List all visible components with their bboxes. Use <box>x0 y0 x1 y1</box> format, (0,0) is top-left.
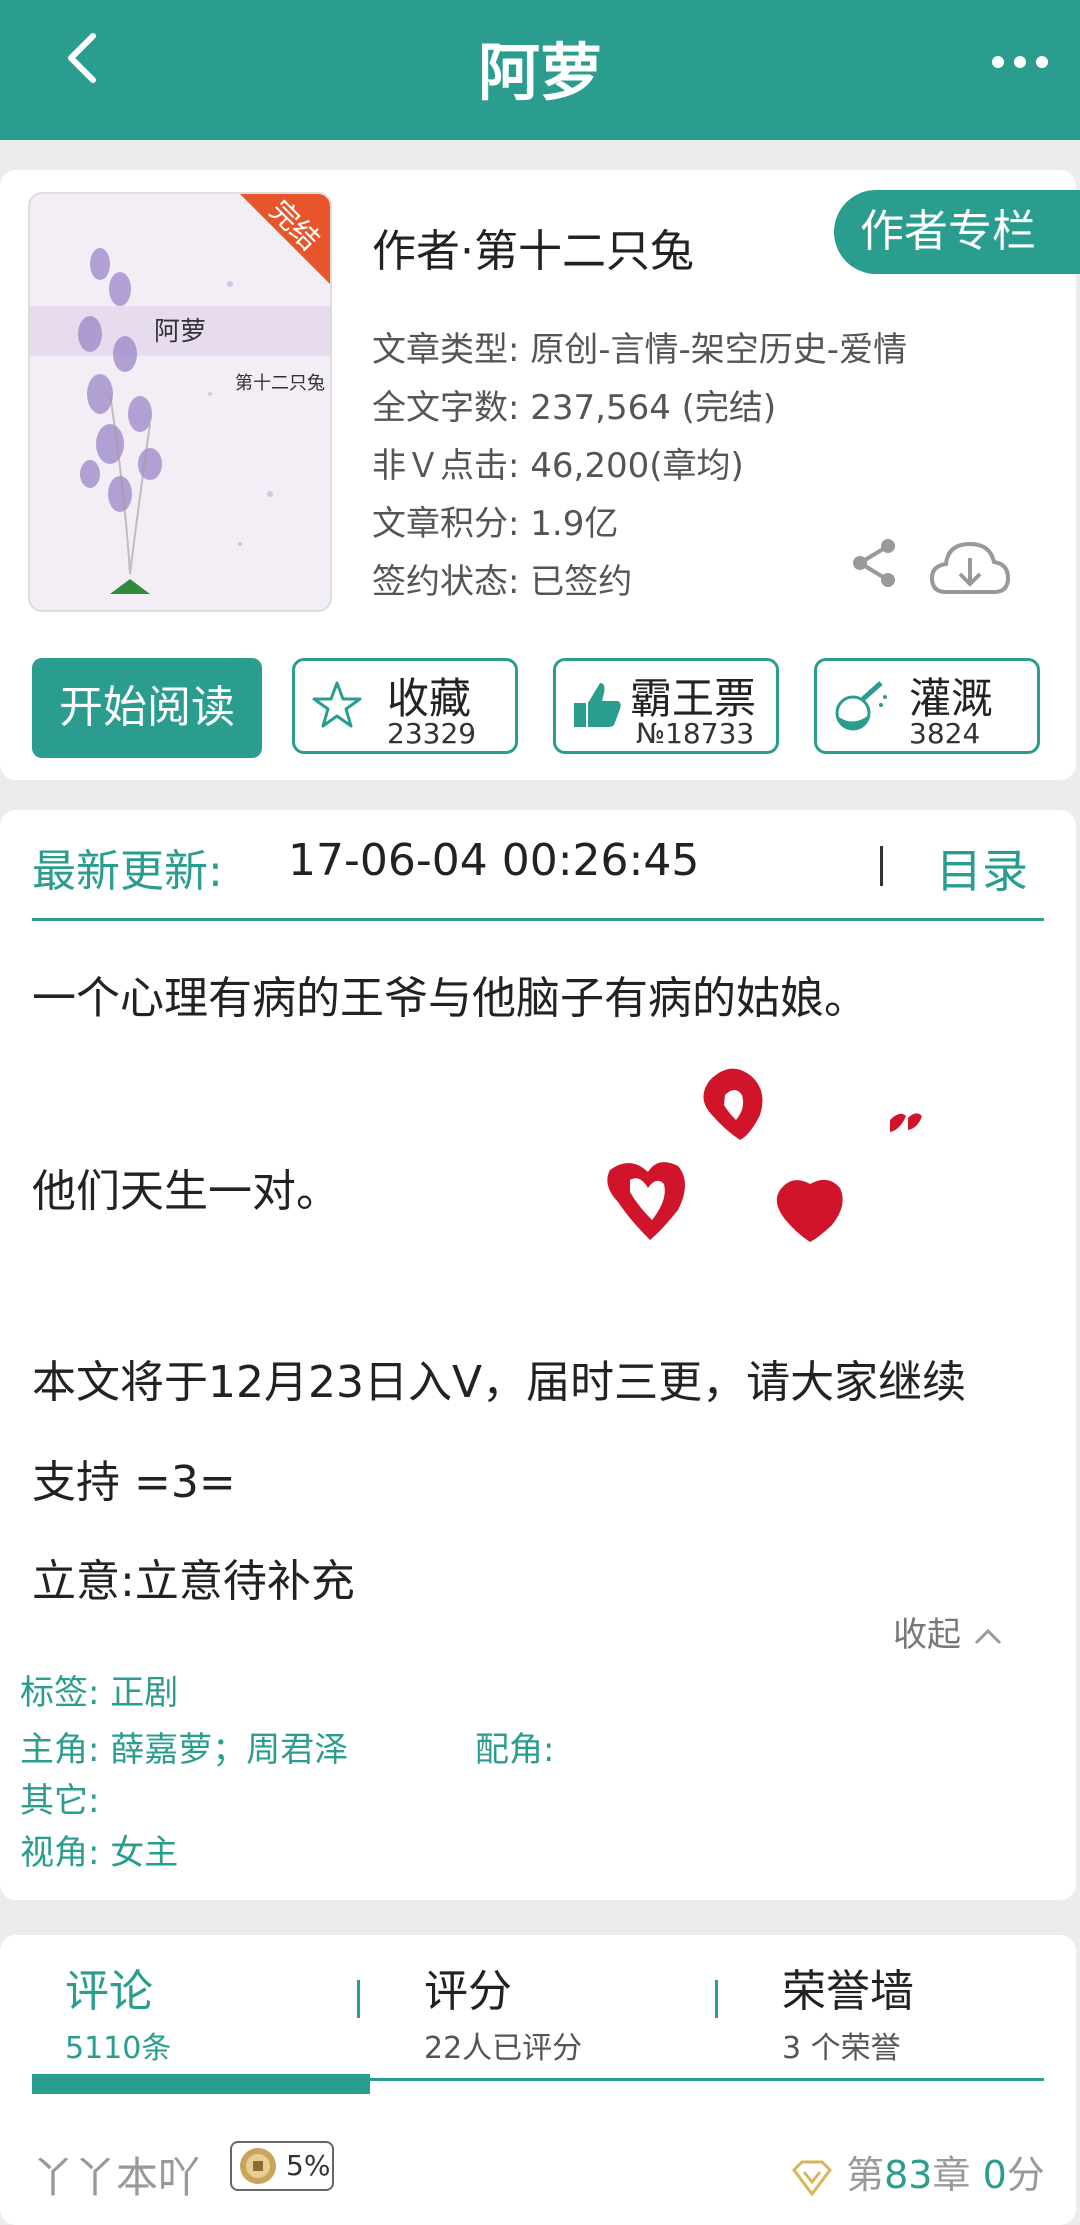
nutrient-bottle-icon <box>835 681 887 731</box>
fan-badge: 5% <box>230 2141 334 2191</box>
info-type: 文章类型: 原创-言情-架空历史-爱情 <box>372 330 908 370</box>
overlord-ticket-button[interactable]: 霸王票 №18733 <box>553 658 779 754</box>
hearts-sticker <box>607 1068 922 1242</box>
diamond-icon <box>792 2160 832 2196</box>
favorite-button[interactable]: 收藏 23329 <box>292 658 518 754</box>
description-line: 立意:立意待补充 <box>32 1556 355 1607</box>
info-sign-status: 签约状态: 已签约 <box>372 562 633 602</box>
lead-characters-row: 主角: 薛嘉萝；周君泽 <box>20 1730 349 1770</box>
cover-title: 阿萝 <box>154 317 206 347</box>
star-icon <box>312 681 362 728</box>
tab-honor-wall[interactable]: 荣誉墙 3 个荣誉 <box>782 1955 914 2067</box>
author-line[interactable]: 作者·第十二只兔 <box>372 215 694 279</box>
tag-link[interactable]: 正剧 <box>110 1673 178 1713</box>
latest-update-time[interactable]: 17-06-04 00:26:45 <box>288 835 699 886</box>
description-line: 一个心理有病的王爷与他脑子有病的姑娘。 <box>32 973 868 1024</box>
overlord-count: №18733 <box>636 717 755 750</box>
table-of-contents-link[interactable]: 目录 <box>936 835 1028 901</box>
update-divider <box>32 918 1044 921</box>
cover-author: 第十二只兔 <box>235 373 325 394</box>
start-reading-button[interactable]: 开始阅读 <box>32 658 262 758</box>
tags-row: 标签: 正剧 <box>20 1673 179 1713</box>
comment-chapter-score: 第83章 0分 <box>790 2144 1045 2199</box>
tab-separator <box>357 1980 360 2018</box>
description-line: 本文将于12月23日入V，届时三更，请大家继续 <box>32 1357 967 1408</box>
commenter-name[interactable]: 丫丫本吖 <box>32 2144 200 2205</box>
collapse-button[interactable]: 收起 <box>893 1607 1004 1656</box>
author-column-button[interactable]: 作者专栏 <box>834 190 1080 274</box>
nutrient-count: 3824 <box>909 717 981 750</box>
favorite-count: 23329 <box>387 717 477 750</box>
more-dots-icon[interactable] <box>990 52 1050 72</box>
supporting-characters-row: 配角: <box>475 1730 555 1770</box>
tab-comments[interactable]: 评论 5110条 <box>65 1955 171 2067</box>
nutrient-button[interactable]: 灌溉 3824 <box>814 658 1040 754</box>
book-cover[interactable]: 完结 阿萝 第十二只兔 <box>28 192 332 612</box>
coin-icon <box>240 2148 276 2184</box>
other-row: 其它: <box>20 1781 100 1821</box>
chevron-up-icon <box>974 1628 1001 1644</box>
tab-ratings[interactable]: 评分 22人已评分 <box>424 1955 582 2067</box>
description-line: 支持 =3= <box>32 1457 236 1508</box>
cover-art: 完结 阿萝 第十二只兔 <box>30 194 330 610</box>
cloud-download-icon[interactable] <box>928 536 1012 600</box>
info-score: 文章积分: 1.9亿 <box>372 504 619 544</box>
tab-active-indicator <box>32 2074 370 2094</box>
info-clicks: 非Ｖ点击: 46,200(章均) <box>372 446 744 486</box>
page-title: 阿萝 <box>477 36 602 109</box>
thumbs-up-icon <box>574 683 621 727</box>
info-word-count: 全文字数: 237,564 (完结) <box>372 388 777 428</box>
share-icon[interactable] <box>848 536 900 590</box>
viewpoint-row: 视角: 女主 <box>20 1833 179 1873</box>
text-cursor <box>880 846 883 886</box>
latest-update-label: 最新更新: <box>32 846 223 897</box>
description-line: 他们天生一对。 <box>32 1166 340 1217</box>
tab-separator <box>715 1980 718 2018</box>
